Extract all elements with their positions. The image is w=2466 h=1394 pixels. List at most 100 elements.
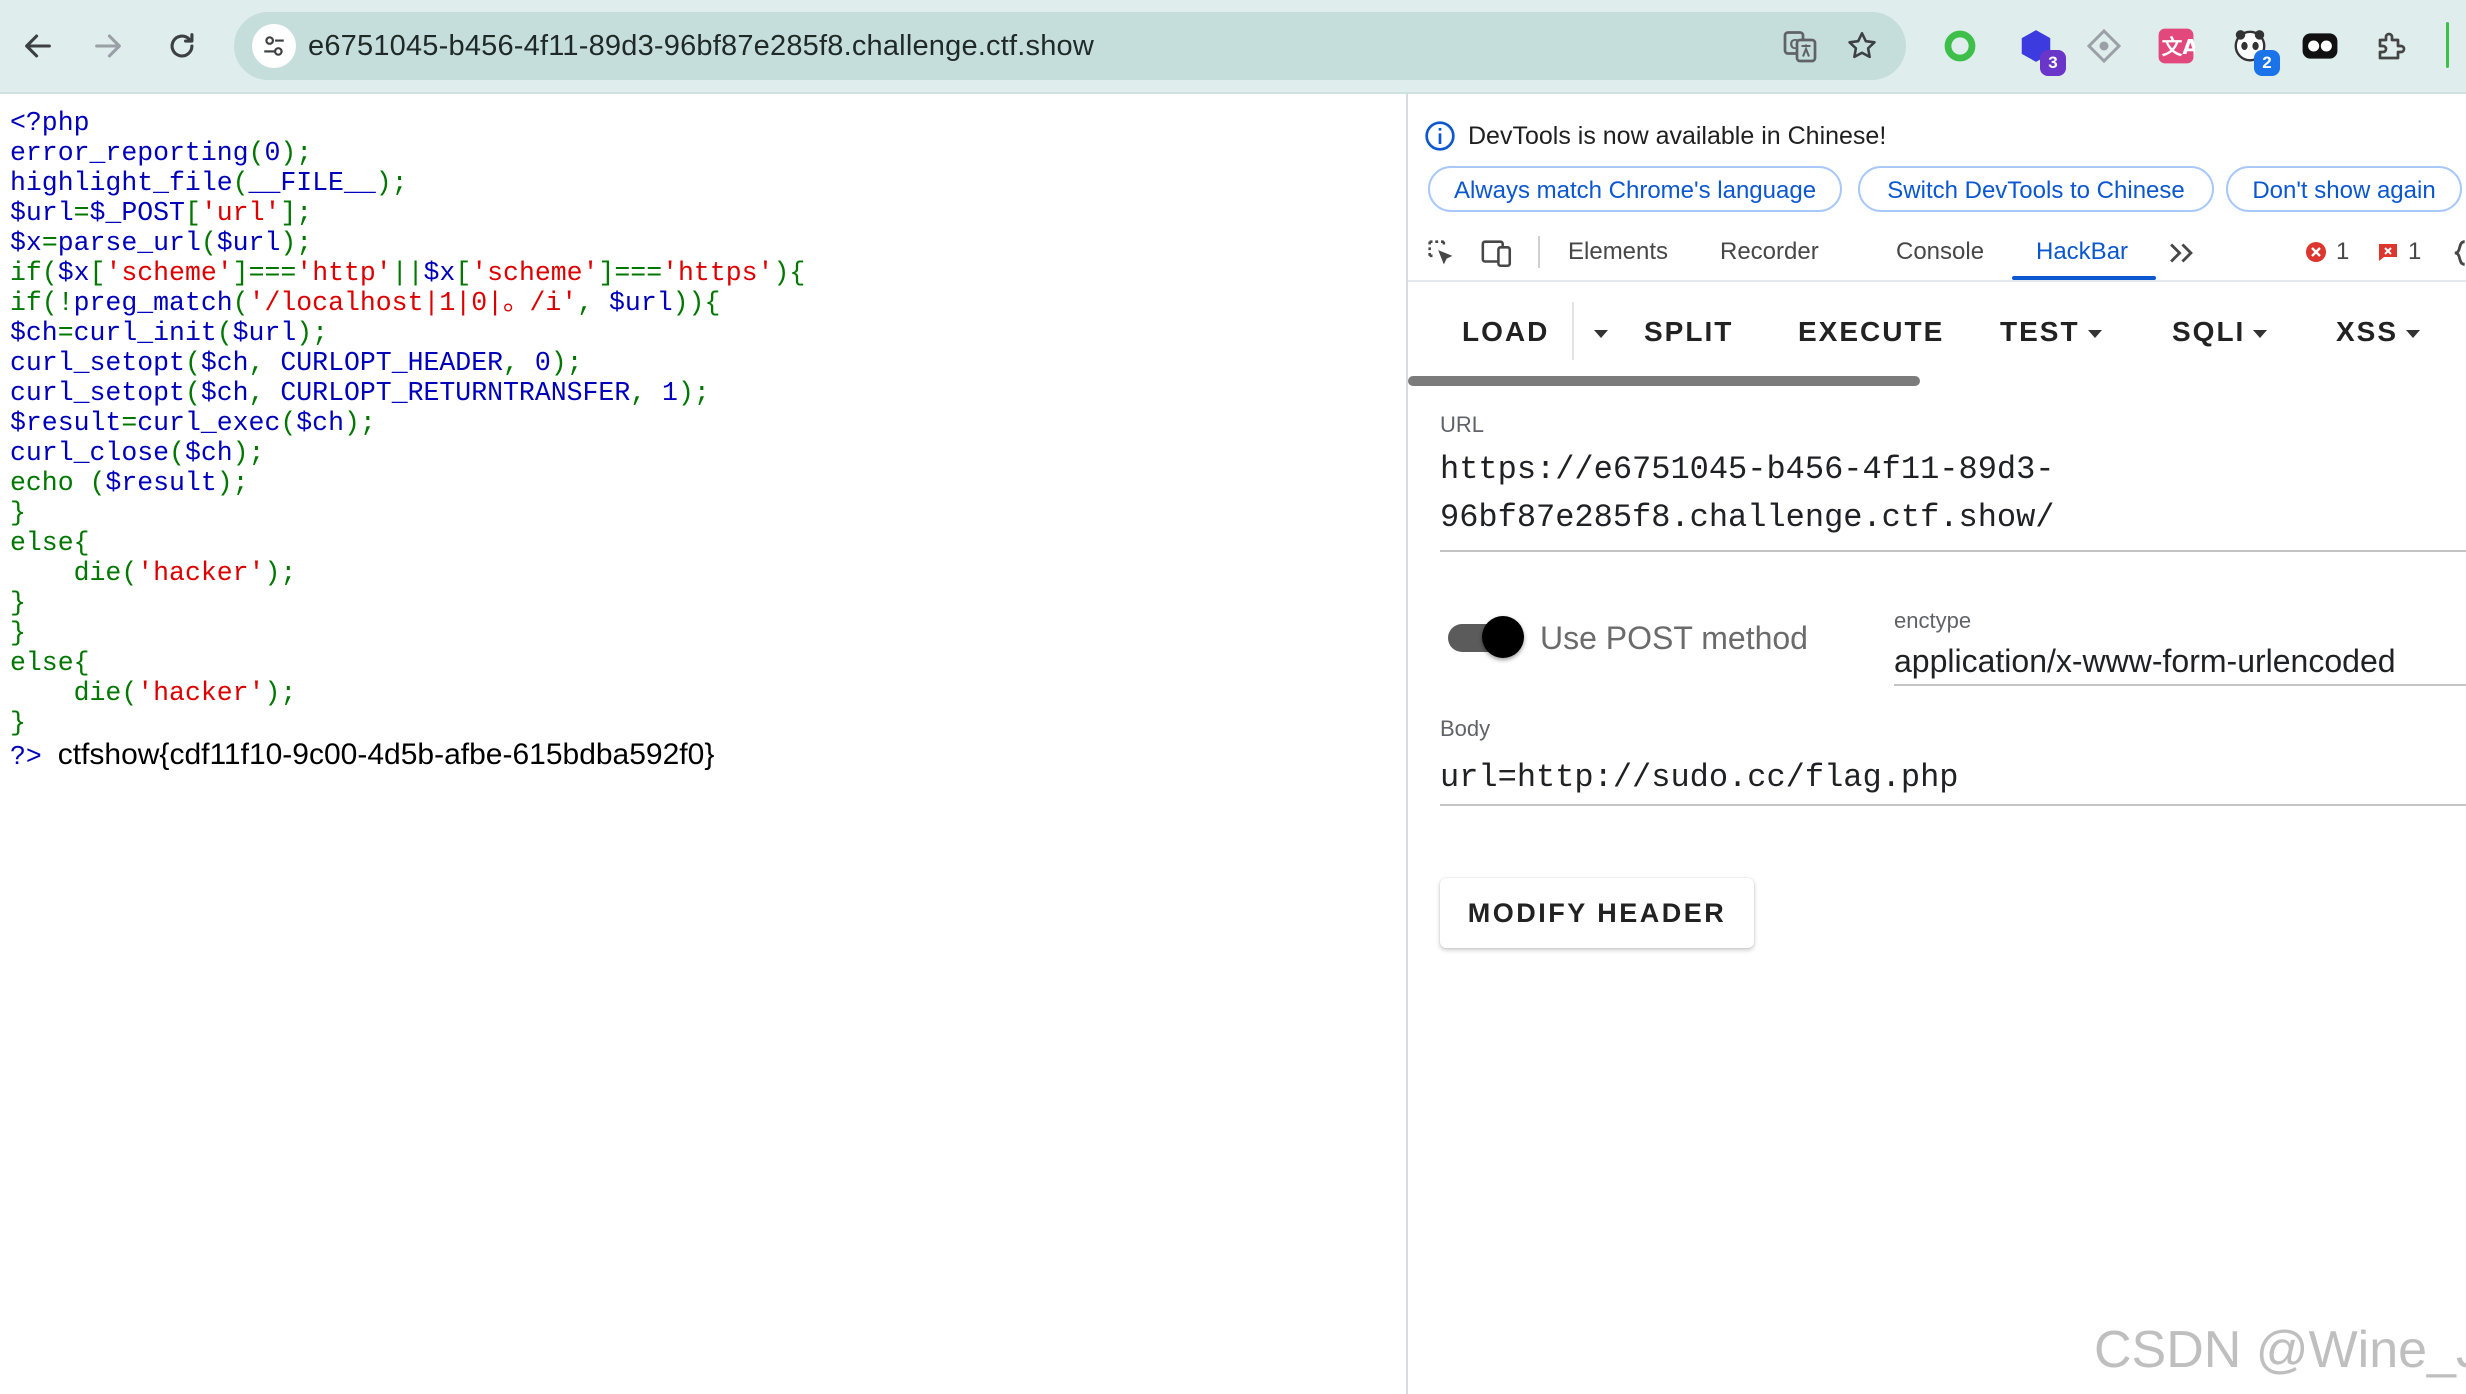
- load-button[interactable]: LOAD: [1462, 302, 1549, 362]
- active-tab-indicator: [2012, 276, 2156, 280]
- devtools-panel: DevTools is now available in Chinese! Al…: [1408, 94, 2466, 1394]
- translate-page-button[interactable]: G: [1780, 26, 1820, 66]
- extension-mask[interactable]: [2296, 22, 2344, 70]
- url-text[interactable]: e6751045-b456-4f11-89d3-96bf87e285f8.cha…: [308, 12, 1094, 80]
- extensions-menu-button[interactable]: [2368, 22, 2416, 70]
- issues-counter[interactable]: 1: [2376, 224, 2421, 280]
- extension-translate[interactable]: 文A: [2152, 22, 2200, 70]
- sqli-menu-button[interactable]: SQLI: [2172, 302, 2268, 362]
- url-field-line-2[interactable]: 96bf87e285f8.challenge.ctf.show/: [1440, 494, 2055, 542]
- extension-badge: 2: [2254, 50, 2280, 76]
- devtools-tabbar: Elements Recorder Console HackBar 1 1: [1408, 224, 2466, 282]
- body-field-input[interactable]: url=http://sudo.cc/flag.php: [1440, 754, 1958, 802]
- url-field-underline: [1440, 550, 2466, 552]
- arrow-right-icon: [95, 34, 121, 58]
- extension-hexagon[interactable]: 3: [2012, 22, 2066, 76]
- csdn-watermark: CSDN @Wine_Jar: [2094, 1321, 2466, 1379]
- always-match-language-button[interactable]: Always match Chrome's language: [1428, 166, 1842, 212]
- bookmark-button[interactable]: [1842, 26, 1882, 66]
- forward-button[interactable]: [80, 18, 136, 74]
- code-line: }: [10, 588, 26, 618]
- execute-button[interactable]: EXECUTE: [1798, 302, 1944, 362]
- code-line: $result=curl_exec($ch);: [10, 408, 376, 438]
- google-translate-icon: G: [1783, 31, 1817, 63]
- address-bar[interactable]: e6751045-b456-4f11-89d3-96bf87e285f8.cha…: [234, 12, 1906, 80]
- toolbar-scrollbar[interactable]: [1408, 376, 1920, 386]
- tab-separator: [1538, 236, 1540, 268]
- load-dropdown-button[interactable]: [1586, 302, 1608, 362]
- enctype-label: enctype: [1894, 608, 1972, 633]
- load-split-separator: [1572, 302, 1574, 360]
- code-line: $url=$_POST['url'];: [10, 198, 313, 228]
- more-tabs-icon[interactable]: [2164, 236, 2198, 270]
- caret-down-icon: [2253, 329, 2268, 338]
- inspect-element-icon[interactable]: [1424, 236, 1458, 270]
- dont-show-again-button[interactable]: Don't show again: [2226, 166, 2462, 212]
- caret-down-icon: [2406, 329, 2421, 338]
- tab-console[interactable]: Console: [1896, 224, 1984, 280]
- post-method-toggle[interactable]: [1448, 612, 1524, 664]
- green-ring-icon: [1944, 30, 1976, 62]
- php-close-tag: ?>: [10, 742, 58, 772]
- error-counter[interactable]: 1: [2304, 224, 2349, 280]
- svg-text:文A: 文A: [2162, 35, 2195, 59]
- code-line: die('hacker');: [10, 678, 297, 708]
- toolbar-edge-marker: [2446, 22, 2449, 68]
- code-line: curl_setopt($ch, CURLOPT_RETURNTRANSFER,…: [10, 378, 710, 408]
- code-output-line: ?> ctfshow{cdf11f10-9c00-4d5b-afbe-615bd…: [10, 740, 1390, 778]
- settings-edge-icon[interactable]: [2450, 236, 2466, 270]
- body-field-label: Body: [1440, 716, 1491, 741]
- caret-down-icon: [2087, 329, 2102, 338]
- post-method-label: Use POST method: [1540, 620, 1808, 656]
- tab-hackbar[interactable]: HackBar: [2036, 224, 2128, 280]
- extension-diamond[interactable]: [2080, 22, 2128, 70]
- arrow-left-icon: [25, 34, 51, 58]
- code-line: $ch=curl_init($url);: [10, 318, 329, 348]
- reload-icon: [170, 33, 194, 58]
- enctype-select[interactable]: application/x-www-form-urlencoded: [1894, 638, 2396, 684]
- extension-green[interactable]: [1936, 22, 1984, 70]
- reload-button[interactable]: [154, 18, 210, 74]
- switch-to-chinese-button[interactable]: Switch DevTools to Chinese: [1858, 166, 2214, 212]
- issue-count: 1: [2408, 238, 2422, 265]
- back-button[interactable]: [10, 18, 66, 74]
- test-label: TEST: [2000, 316, 2080, 347]
- xss-label: XSS: [2336, 316, 2399, 347]
- language-infobar: DevTools is now available in Chinese! Al…: [1408, 94, 2466, 224]
- sqli-label: SQLI: [2172, 316, 2246, 347]
- enctype-underline: [1894, 684, 2466, 686]
- code-line: }: [10, 618, 26, 648]
- device-toolbar-icon[interactable]: [1480, 236, 1514, 270]
- code-line: $x=parse_url($url);: [10, 228, 313, 258]
- code-line: error_reporting(0);: [10, 138, 313, 168]
- url-field-line-1[interactable]: https://e6751045-b456-4f11-89d3-: [1440, 446, 2055, 494]
- caret-down-icon: [1594, 329, 1608, 338]
- error-icon: [2306, 242, 2326, 262]
- toggle-knob: [1482, 616, 1524, 658]
- code-line: if($x['scheme']==='http'||$x['scheme']==…: [10, 258, 806, 288]
- star-icon: [1848, 31, 1876, 59]
- php-source-code: <?php error_reporting(0); highlight_file(_…: [10, 108, 1390, 778]
- infobar-message: DevTools is now available in Chinese!: [1468, 122, 1887, 150]
- browser-toolbar: e6751045-b456-4f11-89d3-96bf87e285f8.cha…: [0, 0, 2466, 94]
- xss-menu-button[interactable]: XSS: [2336, 302, 2421, 362]
- diamond-icon: [2086, 28, 2122, 64]
- split-button[interactable]: SPLIT: [1644, 302, 1733, 362]
- puzzle-icon: [2378, 32, 2406, 60]
- modify-header-button[interactable]: MODIFY HEADER: [1440, 878, 1754, 948]
- site-settings-button[interactable]: [252, 24, 296, 68]
- issue-icon: [2379, 244, 2397, 261]
- code-line: <?php: [10, 108, 90, 138]
- info-icon: [1425, 121, 1455, 151]
- test-menu-button[interactable]: TEST: [2000, 302, 2102, 362]
- code-line: echo ($result);: [10, 468, 249, 498]
- tab-recorder[interactable]: Recorder: [1720, 224, 1819, 280]
- url-field-label: URL: [1440, 412, 1485, 437]
- code-line: else{: [10, 648, 90, 678]
- tune-icon: [264, 36, 284, 56]
- tab-elements[interactable]: Elements: [1568, 224, 1668, 280]
- code-line: }: [10, 708, 26, 738]
- extension-panda[interactable]: 2: [2226, 22, 2280, 76]
- code-line: die('hacker');: [10, 558, 297, 588]
- code-line: curl_close($ch);: [10, 438, 265, 468]
